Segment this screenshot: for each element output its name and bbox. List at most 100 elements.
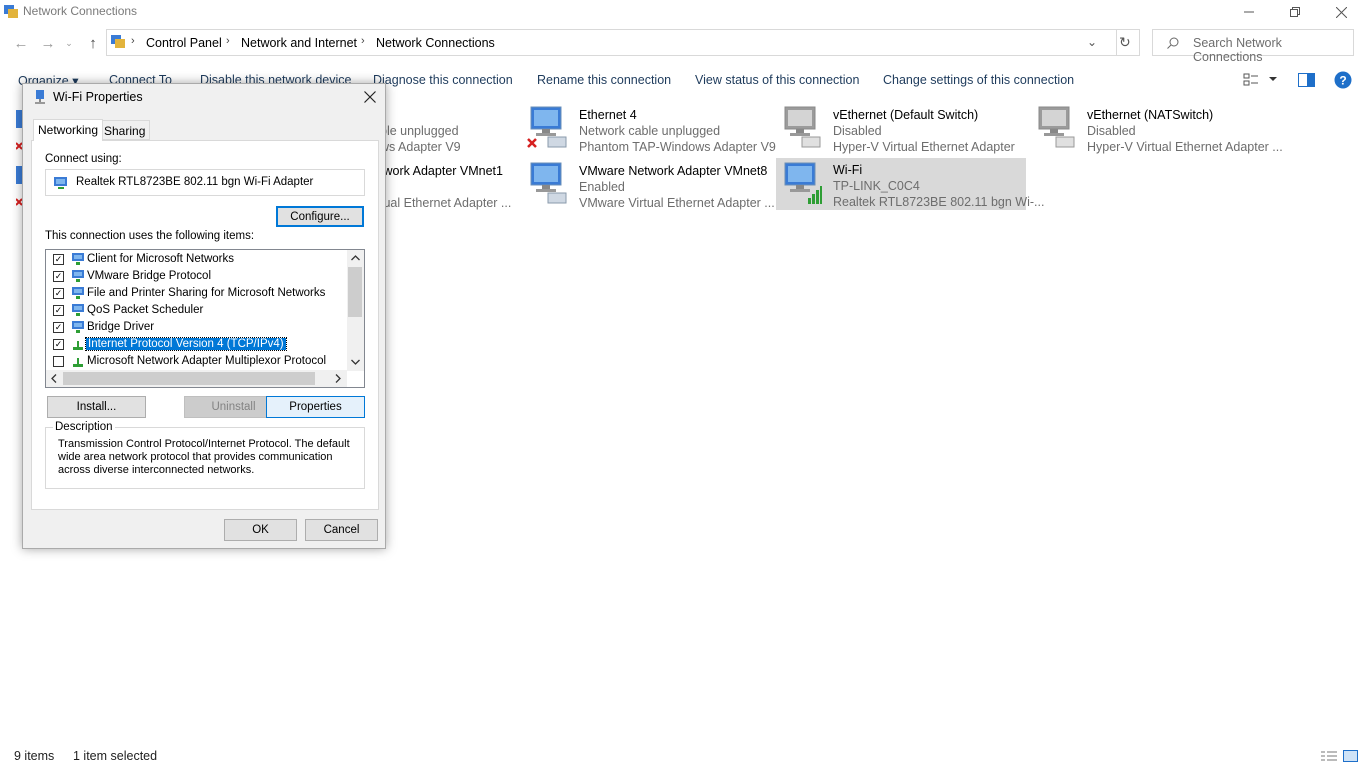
scrollbar-thumb[interactable] (348, 267, 362, 317)
scroll-down-icon[interactable] (351, 359, 360, 365)
button-label: Uninstall (211, 401, 256, 413)
network-adapter-icon (54, 177, 67, 189)
connection-name: Wi-Fi (833, 163, 863, 177)
list-item[interactable]: ✓ VMware Bridge Protocol (46, 268, 346, 285)
description-text: Transmission Control Protocol/Internet P… (58, 438, 350, 476)
large-icons-view-icon[interactable] (1343, 750, 1358, 762)
control-panel-icon (111, 35, 125, 48)
connection-name: Ethernet 4 (579, 108, 637, 122)
change-settings-button[interactable]: Change settings of this connection (883, 73, 1074, 87)
connection-status: Network cable unplugged (579, 124, 721, 138)
connection-vethernet-natswitch[interactable]: vEthernet (NATSwitch) Disabled Hyper-V V… (1030, 103, 1283, 154)
protocol-icon (72, 270, 84, 282)
recent-locations-button[interactable]: ⌄ (62, 32, 76, 54)
tab-networking[interactable]: Networking (33, 119, 104, 141)
protocol-icon (73, 341, 83, 350)
connection-adapter: Realtek RTL8723BE 802.11 bgn Wi-... (833, 195, 1045, 209)
button-label: Install... (76, 401, 117, 413)
chevron-down-icon[interactable] (1268, 76, 1278, 82)
close-icon[interactable] (364, 91, 376, 103)
list-item[interactable]: ✓ File and Printer Sharing for Microsoft… (46, 285, 346, 302)
ethernet-adapter-icon (530, 162, 567, 204)
tab-label: Networking (38, 123, 99, 137)
vertical-scrollbar[interactable] (347, 250, 364, 371)
cancel-button[interactable]: Cancel (305, 519, 378, 541)
item-checkbox[interactable] (53, 356, 64, 367)
close-button[interactable] (1318, 0, 1364, 24)
item-checkbox[interactable]: ✓ (53, 305, 64, 316)
restore-button[interactable] (1272, 0, 1318, 24)
breadcrumb-separator-icon: › (131, 35, 135, 47)
configure-button[interactable]: Configure... (276, 206, 364, 227)
item-label: Microsoft Network Adapter Multiplexor Pr… (87, 355, 327, 367)
up-button[interactable]: ↑ (82, 32, 104, 54)
scroll-up-icon[interactable] (351, 255, 360, 261)
item-label: Client for Microsoft Networks (87, 253, 234, 265)
details-view-icon[interactable] (1321, 750, 1337, 762)
ok-button[interactable]: OK (224, 519, 297, 541)
scroll-right-icon[interactable] (335, 374, 341, 383)
item-checkbox[interactable]: ✓ (53, 339, 64, 350)
button-label: Properties (289, 401, 342, 413)
protocol-list[interactable]: ✓ Client for Microsoft Networks ✓ VMware… (45, 249, 365, 388)
item-label: VMware Bridge Protocol (87, 270, 211, 282)
dialog-title: Wi-Fi Properties (53, 90, 143, 104)
list-item[interactable]: ✓ QoS Packet Scheduler (46, 302, 346, 319)
address-dropdown-button[interactable]: ⌄ (1087, 35, 1097, 49)
item-checkbox[interactable]: ✓ (53, 254, 64, 265)
address-bar[interactable]: › Control Panel › Network and Internet ›… (106, 29, 1140, 56)
connection-adapter: ws Adapter V9 (380, 140, 461, 154)
scrollbar-thumb[interactable] (63, 372, 315, 385)
scroll-left-icon[interactable] (51, 374, 57, 383)
connection-ethernet-4[interactable]: Ethernet 4 Network cable unplugged Phant… (522, 103, 776, 154)
rename-button[interactable]: Rename this connection (537, 73, 671, 87)
breadcrumb-separator-icon: › (361, 35, 365, 47)
item-checkbox[interactable]: ✓ (53, 288, 64, 299)
list-item[interactable]: ✓ Bridge Driver (46, 319, 346, 336)
install-button[interactable]: Install... (47, 396, 146, 418)
refresh-button[interactable]: ↻ (1119, 34, 1131, 51)
list-item[interactable]: Microsoft Network Adapter Multiplexor Pr… (46, 353, 346, 370)
breadcrumb-network-connections[interactable]: Network Connections (376, 36, 495, 50)
button-label: OK (252, 524, 269, 536)
arrow-right-icon: → (40, 34, 56, 52)
service-icon (72, 304, 84, 316)
connection-status: Disabled (833, 124, 882, 138)
minimize-button[interactable] (1226, 0, 1272, 24)
item-label: File and Printer Sharing for Microsoft N… (87, 287, 326, 299)
help-icon[interactable]: ? (1334, 71, 1352, 89)
ethernet-adapter-disabled-icon (784, 106, 821, 148)
view-status-button[interactable]: View status of this connection (695, 73, 859, 87)
connection-name: VMware Network Adapter VMnet8 (579, 164, 768, 178)
diagnose-button[interactable]: Diagnose this connection (373, 73, 513, 87)
connection-vethernet-default-switch[interactable]: vEthernet (Default Switch) Disabled Hype… (776, 103, 1026, 154)
connection-adapter: Phantom TAP-Windows Adapter V9 (579, 140, 776, 154)
item-checkbox[interactable]: ✓ (53, 322, 64, 333)
tab-sharing[interactable]: Sharing (99, 120, 151, 140)
svg-text:?: ? (1339, 74, 1346, 88)
tab-label: Sharing (104, 124, 146, 138)
list-item[interactable]: ✓ Client for Microsoft Networks (46, 251, 346, 268)
search-input[interactable]: Search Network Connections (1193, 36, 1353, 64)
search-box[interactable]: Search Network Connections (1152, 29, 1354, 64)
preview-pane-icon[interactable] (1298, 73, 1315, 87)
arrow-up-icon: ↑ (89, 34, 97, 52)
back-button[interactable]: ← (10, 32, 32, 54)
item-checkbox[interactable]: ✓ (53, 271, 64, 282)
service-icon (72, 287, 84, 299)
item-label: Internet Protocol Version 4 (TCP/IPv4) (85, 337, 287, 351)
properties-button[interactable]: Properties (266, 396, 365, 418)
breadcrumb-network-and-internet[interactable]: Network and Internet (241, 36, 357, 50)
chevron-down-icon: ⌄ (65, 37, 73, 48)
breadcrumb-control-panel[interactable]: Control Panel (146, 36, 222, 50)
connection-adapter: Hyper-V Virtual Ethernet Adapter (833, 140, 1015, 154)
connection-status: TP-LINK_C0C4 (833, 179, 920, 193)
view-options-icon[interactable] (1243, 73, 1259, 87)
connection-adapter: VMware Virtual Ethernet Adapter ... (579, 196, 775, 210)
connection-wifi[interactable]: Wi-Fi TP-LINK_C0C4 Realtek RTL8723BE 802… (776, 158, 1044, 210)
connection-vmware-vmnet8[interactable]: VMware Network Adapter VMnet8 Enabled VM… (522, 159, 775, 210)
list-item-selected[interactable]: ✓ Internet Protocol Version 4 (TCP/IPv4) (46, 336, 346, 353)
description-label: Description (53, 421, 115, 433)
forward-button[interactable]: → (37, 32, 59, 54)
horizontal-scrollbar[interactable] (46, 370, 347, 387)
